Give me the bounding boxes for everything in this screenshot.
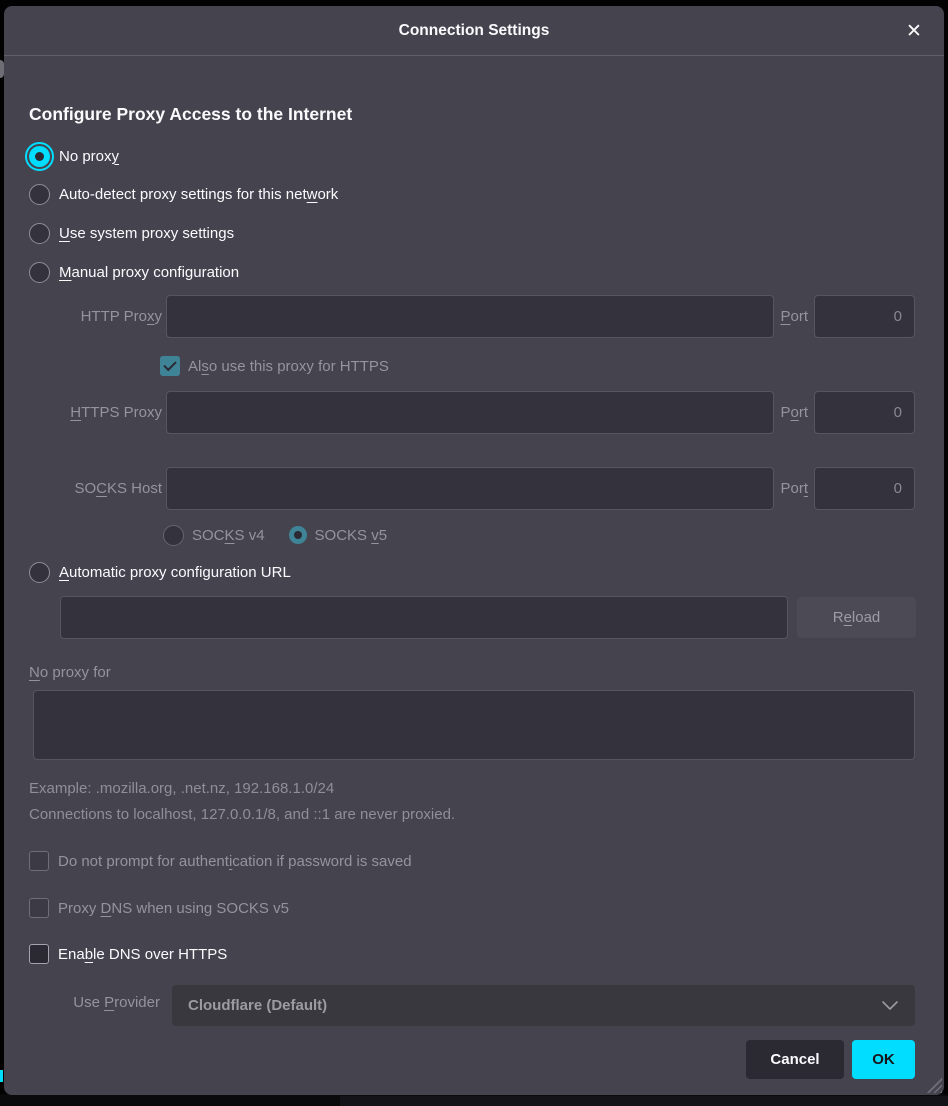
provider-label: Use Provider — [29, 994, 160, 1011]
provider-dropdown[interactable]: Cloudflare (Default) — [172, 985, 915, 1026]
checkbox-label-enable-doh[interactable]: Enable DNS over HTTPS — [58, 946, 227, 963]
page-behind-dialog — [0, 1094, 948, 1106]
no-proxy-example-text: Example: .mozilla.org, .net.nz, 192.168.… — [29, 776, 334, 800]
enable-doh-row[interactable]: Enable DNS over HTTPS — [29, 943, 227, 965]
radio-manual-proxy[interactable] — [29, 262, 50, 283]
socks-host-row: SOCKS Host Port — [29, 467, 915, 510]
radio-label-socks-v5[interactable]: SOCKS v5 — [315, 527, 388, 544]
checkbox-label-share-proxy[interactable]: Also use this proxy for HTTPS — [188, 358, 389, 375]
socks-host-label: SOCKS Host — [29, 480, 162, 497]
provider-selected-value: Cloudflare (Default) — [188, 997, 881, 1014]
http-proxy-label: HTTP Proxy — [29, 308, 162, 325]
localhost-note-text: Connections to localhost, 127.0.0.1/8, a… — [29, 802, 455, 826]
cancel-button[interactable]: Cancel — [746, 1040, 844, 1079]
radio-no-proxy[interactable] — [29, 146, 50, 167]
checkbox-share-proxy[interactable] — [160, 356, 180, 376]
radio-label-system-proxy[interactable]: Use system proxy settings — [59, 225, 234, 242]
checkbox-enable-doh[interactable] — [29, 944, 49, 964]
page-behind-element — [340, 1096, 948, 1106]
chevron-down-icon — [881, 1000, 899, 1012]
https-proxy-label: HTTPS Proxy — [29, 404, 162, 421]
socks-version-row: SOCKS v4 SOCKS v5 — [163, 523, 387, 547]
socks-host-input[interactable] — [166, 467, 774, 510]
dialog-titlebar: Connection Settings ✕ — [4, 6, 944, 56]
https-proxy-row: HTTPS Proxy Port — [29, 391, 915, 434]
radio-row-manual-proxy[interactable]: Manual proxy configuration — [29, 260, 239, 284]
socks-port-label: Port — [780, 480, 808, 497]
http-proxy-row: HTTP Proxy Port — [29, 295, 915, 338]
checkbox-label-no-prompt-auth[interactable]: Do not prompt for authentication if pass… — [58, 853, 412, 870]
close-button[interactable]: ✕ — [900, 17, 928, 45]
radio-socks-v4[interactable] — [163, 525, 184, 546]
no-prompt-auth-row[interactable]: Do not prompt for authentication if pass… — [29, 850, 412, 872]
radio-auto-url[interactable] — [29, 562, 50, 583]
radio-row-auto-detect[interactable]: Auto-detect proxy settings for this netw… — [29, 182, 338, 206]
close-icon: ✕ — [906, 20, 922, 43]
no-proxy-for-textarea[interactable] — [33, 690, 915, 760]
radio-row-auto-url[interactable]: Automatic proxy configuration URL — [29, 560, 291, 584]
dialog-title: Connection Settings — [4, 6, 944, 55]
checkbox-proxy-dns[interactable] — [29, 898, 49, 918]
radio-row-no-proxy[interactable]: No proxy — [29, 144, 119, 168]
checkbox-label-proxy-dns[interactable]: Proxy DNS when using SOCKS v5 — [58, 900, 289, 917]
radio-socks-v5[interactable] — [289, 526, 307, 544]
https-proxy-input[interactable] — [166, 391, 774, 434]
radio-system-proxy[interactable] — [29, 223, 50, 244]
share-proxy-row[interactable]: Also use this proxy for HTTPS — [160, 355, 389, 377]
socks-port-input[interactable] — [814, 467, 915, 510]
radio-label-auto-detect[interactable]: Auto-detect proxy settings for this netw… — [59, 186, 338, 203]
radio-label-socks-v4[interactable]: SOCKS v4 — [192, 527, 265, 544]
auto-url-input[interactable] — [60, 596, 788, 639]
resize-grip[interactable] — [926, 1077, 942, 1093]
radio-label-no-proxy[interactable]: No proxy — [59, 148, 119, 165]
proxy-dns-row[interactable]: Proxy DNS when using SOCKS v5 — [29, 897, 289, 919]
radio-auto-detect[interactable] — [29, 184, 50, 205]
http-port-input[interactable] — [814, 295, 915, 338]
https-port-label: Port — [780, 404, 808, 421]
radio-row-system-proxy[interactable]: Use system proxy settings — [29, 221, 234, 245]
radio-label-auto-url[interactable]: Automatic proxy configuration URL — [59, 564, 291, 581]
dialog-button-row: Cancel OK — [746, 1040, 915, 1079]
http-proxy-input[interactable] — [166, 295, 774, 338]
ok-button[interactable]: OK — [852, 1040, 915, 1079]
connection-settings-dialog: Connection Settings ✕ Configure Proxy Ac… — [4, 6, 944, 1095]
background-page-artifact-accent — [0, 1070, 3, 1082]
checkbox-no-prompt-auth[interactable] — [29, 851, 49, 871]
https-port-input[interactable] — [814, 391, 915, 434]
no-proxy-for-label: No proxy for — [29, 660, 111, 684]
page-title: Configure Proxy Access to the Internet — [29, 104, 352, 125]
http-port-label: Port — [780, 308, 808, 325]
reload-button[interactable]: Reload — [797, 597, 916, 638]
radio-label-manual-proxy[interactable]: Manual proxy configuration — [59, 264, 239, 281]
